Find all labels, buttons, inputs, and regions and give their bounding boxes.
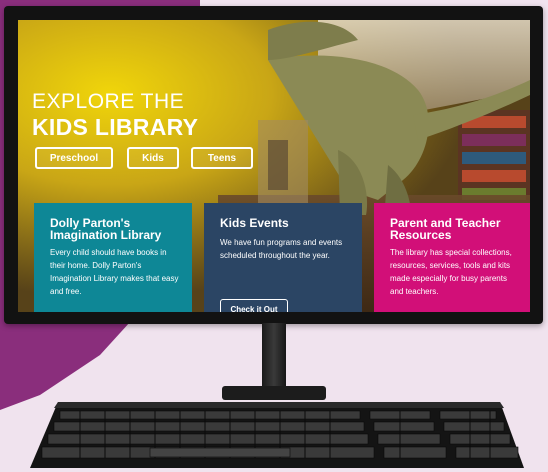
card-body: Every child should have books in their h… xyxy=(50,248,179,296)
card-parent-teacher-resources[interactable]: Parent and Teacher Resources The library… xyxy=(374,203,530,312)
monitor: EXPLORE THE KIDS LIBRARY Preschool Kids … xyxy=(4,6,543,324)
preschool-button[interactable]: Preschool xyxy=(35,147,113,169)
monitor-screen: EXPLORE THE KIDS LIBRARY Preschool Kids … xyxy=(18,20,530,312)
hero-title-line2: KIDS LIBRARY xyxy=(32,114,199,140)
kids-button[interactable]: Kids xyxy=(127,147,179,169)
card-body: We have fun programs and events schedule… xyxy=(220,238,343,260)
card-imagination-library[interactable]: Dolly Parton's Imagination Library Every… xyxy=(34,203,192,312)
teens-button[interactable]: Teens xyxy=(191,147,253,169)
monitor-stand-neck xyxy=(262,323,286,393)
keyboard xyxy=(30,402,524,468)
card-body: The library has special collections, res… xyxy=(390,248,512,296)
card-kids-events[interactable]: Kids Events We have fun programs and eve… xyxy=(204,203,362,312)
check-it-out-button[interactable]: Check it Out xyxy=(220,299,288,312)
card-title: Dolly Parton's Imagination Library xyxy=(50,216,162,242)
card-title: Kids Events xyxy=(220,216,289,230)
hero-title-line1: EXPLORE THE xyxy=(32,90,185,113)
card-title: Parent and Teacher Resources xyxy=(390,216,501,242)
